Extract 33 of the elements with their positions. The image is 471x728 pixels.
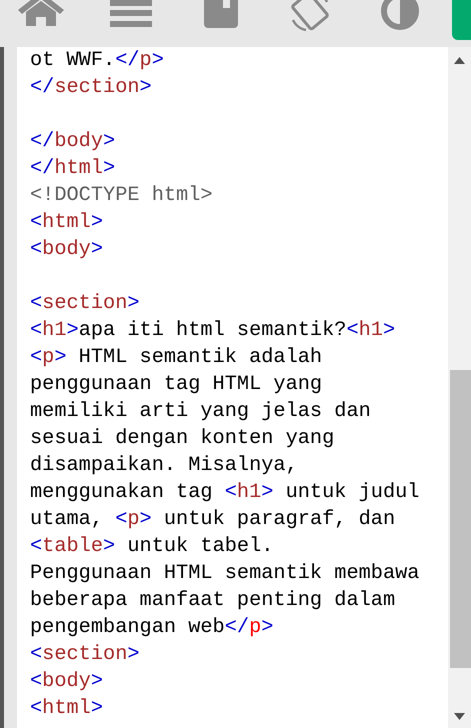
code-editor[interactable]: [17, 47, 448, 728]
scrollbar-thumb[interactable]: [450, 370, 471, 668]
code-line: memiliki arti yang jelas dan: [30, 399, 372, 425]
code-line: <section>: [30, 291, 141, 317]
code-line: disampaikan. Misalnya,: [30, 453, 299, 479]
code-line: pengembangan web</p>: [30, 615, 274, 641]
scroll-up-icon[interactable]: [454, 57, 465, 64]
code-line: <html>: [30, 696, 104, 722]
code-line: </section>: [30, 75, 153, 101]
code-line: penggunaan tag HTML yang: [30, 372, 324, 398]
code-line: <body>: [30, 669, 104, 695]
contrast-icon[interactable]: [381, 0, 419, 30]
code-line: </body>: [30, 129, 116, 155]
code-line: <!DOCTYPE html>: [30, 183, 214, 209]
code-line: sesuai dengan konten yang: [30, 426, 336, 452]
save-icon[interactable]: [204, 0, 238, 28]
menu-icon[interactable]: [110, 0, 152, 29]
code-line: Penggunaan HTML semantik membawa: [30, 561, 420, 587]
scroll-down-icon[interactable]: [454, 713, 465, 720]
scrollbar[interactable]: [448, 47, 471, 728]
code-line: <body>: [30, 237, 104, 263]
code-line: beberapa manfaat penting dalam: [30, 588, 396, 614]
home-icon[interactable]: [16, 0, 66, 26]
code-line: utama, <p> untuk paragraf, dan: [30, 507, 396, 533]
code-line: <table> untuk tabel.: [30, 534, 274, 560]
code-line: <h1>apa iti html semantik?<h1>: [30, 318, 396, 344]
code-line: <section>: [30, 642, 141, 668]
rotate-icon[interactable]: [290, 0, 330, 32]
code-line: menggunakan tag <h1> untuk judul: [30, 480, 420, 506]
code-line: </html>: [30, 156, 116, 182]
code-line: <p> HTML semantik adalah: [30, 345, 324, 371]
code-line: <html>: [30, 210, 104, 236]
code-line: ot WWF.</p>: [30, 48, 165, 74]
